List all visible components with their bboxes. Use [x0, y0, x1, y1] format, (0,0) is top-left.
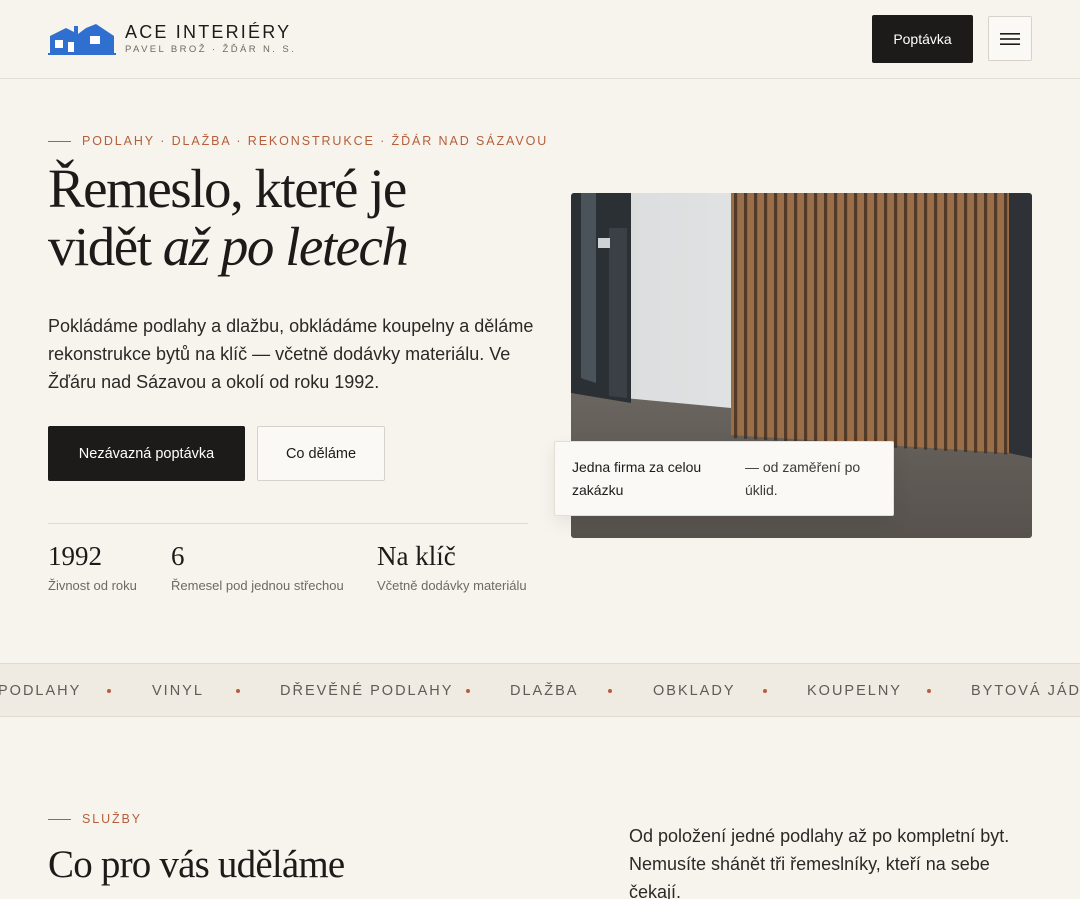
stat-value: 1992 — [48, 541, 102, 571]
wood-slat-gap — [864, 193, 868, 446]
brand-name[interactable]: ACE INTERIÉRY — [125, 22, 291, 43]
wood-slat-gap — [914, 193, 918, 449]
marquee-item: BYTOVÁ JÁDRA — [971, 683, 1080, 699]
services-description: Od položení jedné podlahy až po kompletn… — [629, 826, 1010, 899]
site-header: ACE INTERIÉRY PAVEL BROŽ · ŽĎÁR N. S. Po… — [0, 0, 1080, 79]
marquee-dot — [763, 689, 767, 693]
marquee-item: KOUPELNY — [807, 683, 902, 699]
marquee-dot — [107, 689, 111, 693]
free-inquiry-button[interactable]: Nezávazná poptávka — [48, 426, 245, 481]
hero-title-line1: Řemeslo, které je — [48, 158, 407, 219]
services-marquee: PODLAHY VINYL DŘEVĚNÉ PODLAHY DLAŽBA OBK… — [0, 663, 1080, 717]
hero-eyebrow: PODLAHY · DLAŽBA · REKONSTRUKCE · ŽĎÁR N… — [48, 134, 548, 148]
stat-trades: 6 Řemesel pod jednou střechou — [171, 540, 344, 593]
caption-text: — od zaměření po úklid. — [745, 459, 861, 498]
house-logo-icon[interactable] — [48, 22, 116, 56]
stat-since: 1992 Živnost od roku — [48, 540, 137, 593]
marquee-item: OBKLADY — [653, 683, 736, 699]
hamburger-menu-icon — [1000, 32, 1020, 45]
hero-title: Řemeslo, které je vidět až po letech — [48, 160, 568, 276]
stat-label: Řemesel pod jednou střechou — [171, 578, 344, 593]
wood-slat-gap — [834, 193, 838, 445]
hero-eyebrow-text: PODLAHY · DLAŽBA · REKONSTRUKCE · ŽĎÁR N… — [82, 134, 549, 148]
wood-slat-gap — [744, 193, 748, 439]
wood-slat-gap — [974, 193, 978, 453]
eyebrow-line — [48, 140, 71, 142]
wood-slat-gap — [754, 193, 758, 440]
wood-slat-gap — [844, 193, 848, 445]
menu-button[interactable] — [988, 16, 1032, 61]
wood-slat-gap — [814, 193, 818, 443]
wood-slat-gap — [854, 193, 858, 446]
wood-slat-gap — [934, 193, 938, 451]
marquee-dot — [236, 689, 240, 693]
marquee-item: DLAŽBA — [510, 683, 579, 699]
wood-slat-gap — [734, 193, 738, 439]
marquee-item: DŘEVĚNÉ PODLAHY — [280, 683, 454, 699]
inquiry-button[interactable]: Poptávka — [872, 15, 973, 63]
caption-card: Jedna firma za celou zakázku — od zaměře… — [554, 441, 894, 516]
hero-title-italic: až po letech — [162, 216, 409, 277]
wood-slat-gap — [954, 193, 958, 452]
marquee-dot — [608, 689, 612, 693]
stat-turnkey: Na klíč Včetně dodávky materiálu — [377, 540, 527, 593]
services-eyebrow: SLUŽBY — [48, 812, 142, 826]
services-eyebrow-text: SLUŽBY — [82, 812, 143, 826]
wood-slat-gap — [874, 193, 878, 447]
wood-slat-gap — [824, 193, 828, 444]
wood-slat-gap — [994, 193, 998, 454]
marquee-dot — [927, 689, 931, 693]
hero-title-line2: vidět — [48, 216, 163, 277]
wood-slat-gap — [784, 193, 788, 442]
wood-slat-gap — [904, 193, 908, 449]
wood-slat-gap — [894, 193, 898, 448]
wood-slat-gap — [764, 193, 768, 440]
caption-title: Jedna firma za celou zakázku — [572, 459, 702, 498]
stat-value: 6 — [171, 541, 185, 571]
wood-slat-gap — [884, 193, 888, 448]
stat-label: Včetně dodávky materiálu — [377, 578, 527, 593]
wood-slat-gap — [944, 193, 948, 451]
services-title: Co pro vás uděláme — [48, 843, 345, 886]
hero-description: Pokládáme podlahy a dlažbu, obkládáme ko… — [48, 316, 534, 392]
eyebrow-line — [48, 818, 71, 820]
marquee-item: VINYL — [152, 683, 204, 699]
wood-slat-gap — [774, 193, 778, 441]
wood-slat-gap — [964, 193, 968, 452]
wood-slat-gap — [804, 193, 808, 443]
wood-slat-gap — [984, 193, 988, 454]
marquee-item: PODLAHY — [0, 683, 82, 699]
what-we-do-button[interactable]: Co děláme — [257, 426, 385, 481]
brand-subtitle: PAVEL BROŽ · ŽĎÁR N. S. — [125, 44, 297, 55]
stat-value: Na klíč — [377, 541, 456, 571]
stat-label: Živnost od roku — [48, 578, 137, 593]
wood-slat-gap — [1004, 193, 1008, 455]
stats-divider — [48, 523, 528, 524]
wood-slat-gap — [924, 193, 928, 450]
wood-slat-gap — [794, 193, 798, 442]
marquee-dot — [466, 689, 470, 693]
